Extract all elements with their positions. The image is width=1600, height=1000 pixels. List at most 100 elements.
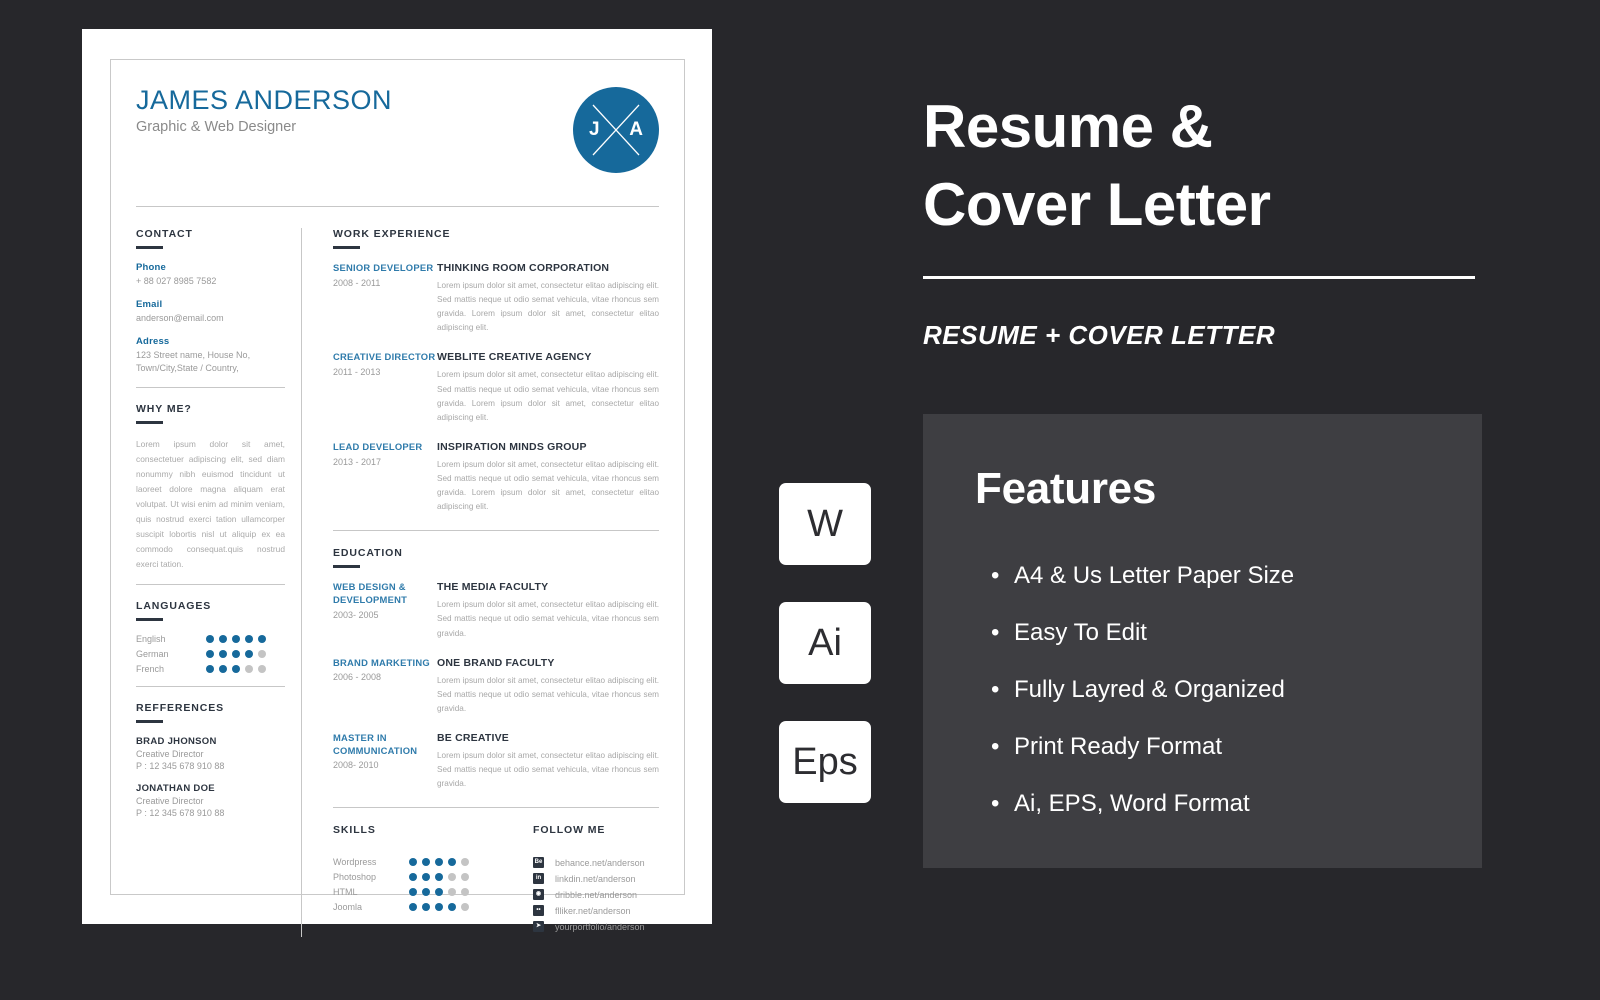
rating-dot bbox=[219, 649, 227, 658]
rating-dot bbox=[409, 888, 417, 897]
contact-label: Phone bbox=[136, 262, 167, 273]
language-name: German bbox=[136, 648, 169, 659]
languages-list: English German French bbox=[136, 634, 285, 674]
features-panel: Features • A4 & Us Letter Paper Size • Easy… bbox=[923, 414, 1482, 868]
feature-item: • A4 & Us Letter Paper Size bbox=[991, 562, 1294, 590]
rating-dot bbox=[461, 858, 469, 867]
language-row: German bbox=[136, 649, 285, 659]
languages-heading: LANGUAGES bbox=[136, 599, 212, 612]
skill-row: Wordpress bbox=[333, 857, 531, 867]
bullet-icon: • bbox=[991, 790, 1000, 817]
rating-dot bbox=[435, 858, 443, 867]
reference-role: Creative Director bbox=[136, 748, 204, 759]
feature-label: A4 & Us Letter Paper Size bbox=[1014, 562, 1295, 589]
skill-name: HTML bbox=[333, 887, 358, 898]
flickr-icon: •• bbox=[533, 905, 544, 917]
follow-me-url: yourportfolio/anderson bbox=[555, 921, 645, 932]
rating-dots bbox=[409, 903, 469, 912]
language-name: English bbox=[136, 633, 166, 644]
resume-entry: MASTER IN COMMUNICATION 2008- 2010 BE CREA… bbox=[333, 732, 659, 791]
promo-title-line2: Cover Letter bbox=[923, 171, 1271, 238]
illustrator-format-badge: Ai bbox=[779, 602, 871, 684]
follow-me-row[interactable]: ◉ dribble.net/anderson bbox=[533, 889, 659, 901]
resume-page-inner: JAMES ANDERSON Graphic & Web Designer J … bbox=[110, 59, 685, 938]
skill-row: HTML bbox=[333, 887, 531, 897]
education-list: WEB DESIGN & DEVELOPMENT 2003- 2005 THE ME… bbox=[333, 581, 659, 791]
rating-dots bbox=[409, 858, 469, 867]
rating-dot bbox=[435, 873, 443, 882]
reference-item: BRAD JHONSON Creative Director P : 12 34… bbox=[136, 736, 285, 771]
follow-me-row[interactable]: •• flliker.net/anderson bbox=[533, 905, 659, 917]
format-badges: W Ai Eps bbox=[779, 483, 871, 803]
language-row: English bbox=[136, 634, 285, 644]
entry-description: Lorem ipsum dolor sit amet, consectetur … bbox=[437, 281, 659, 333]
sidebar-divider bbox=[136, 387, 285, 389]
features-list: • A4 & Us Letter Paper Size • Easy To Edit •… bbox=[991, 562, 1294, 847]
promo-subtitle: RESUME + COVER LETTER bbox=[923, 320, 1276, 350]
resume-main: WORK EXPERIENCE SENIOR DEVELOPER 2008 - 2… bbox=[302, 228, 659, 937]
sidebar-divider bbox=[136, 685, 285, 687]
header-divider bbox=[136, 206, 659, 207]
feature-item: • Print Ready Format bbox=[991, 733, 1294, 761]
entry-meta: CREATIVE DIRECTOR 2011 - 2013 bbox=[333, 351, 437, 424]
entry-description: Lorem ipsum dolor sit amet, consectetur … bbox=[437, 675, 659, 713]
promo-divider bbox=[923, 276, 1475, 279]
main-divider bbox=[333, 530, 659, 532]
feature-item: • Ai, EPS, Word Format bbox=[991, 790, 1294, 818]
reference-phone: P : 12 345 678 910 88 bbox=[136, 807, 225, 818]
resume-page-outer: JAMES ANDERSON Graphic & Web Designer J … bbox=[82, 29, 712, 938]
why-me-text: Lorem ipsum dolor sit amet, consectetuer… bbox=[136, 439, 285, 569]
promo-title: Resume & Cover Letter bbox=[923, 88, 1271, 244]
follow-me-row[interactable]: in linkdin.net/anderson bbox=[533, 873, 659, 885]
resume-entry: LEAD DEVELOPER 2013 - 2017 INSPIRATION MIN… bbox=[333, 441, 659, 514]
references-heading: REFFERENCES bbox=[136, 701, 225, 714]
feature-label: Ai, EPS, Word Format bbox=[1014, 790, 1250, 817]
rating-dot bbox=[258, 634, 266, 643]
entry-meta: LEAD DEVELOPER 2013 - 2017 bbox=[333, 441, 437, 514]
entry-date: 2003- 2005 bbox=[333, 609, 379, 620]
rating-dot bbox=[448, 903, 456, 912]
rating-dot bbox=[232, 634, 240, 643]
contact-heading: CONTACT bbox=[136, 228, 193, 240]
follow-me-row[interactable]: ➤ yourportfolio/anderson bbox=[533, 921, 659, 933]
skill-row: Joomla bbox=[333, 902, 531, 912]
rating-dots bbox=[206, 664, 266, 673]
entry-body: ONE BRAND FACULTY Lorem ipsum dolor sit a… bbox=[437, 657, 659, 716]
resume-entry: SENIOR DEVELOPER 2008 - 2011 THINKING ROOM… bbox=[333, 262, 659, 335]
contact-item: Adress 123 Street name, House No, Town/C… bbox=[136, 336, 285, 375]
contact-value: 123 Street name, House No, Town/City,Sta… bbox=[136, 350, 251, 374]
rating-dots bbox=[206, 649, 266, 658]
rating-dot bbox=[409, 858, 417, 867]
rating-dot bbox=[422, 888, 430, 897]
linkedin-icon: in bbox=[533, 873, 544, 885]
reference-name: JONATHAN DOE bbox=[136, 782, 215, 794]
follow-me-url: dribble.net/anderson bbox=[555, 889, 638, 900]
entry-organization: INSPIRATION MINDS GROUP bbox=[437, 440, 587, 453]
follow-me-url: flliker.net/anderson bbox=[555, 905, 631, 916]
contact-value: + 88 027 8985 7582 bbox=[136, 276, 217, 286]
skill-name: Photoshop bbox=[333, 872, 377, 883]
entry-date: 2008 - 2011 bbox=[333, 277, 381, 288]
follow-me-row[interactable]: Be behance.net/anderson bbox=[533, 857, 659, 869]
entry-date: 2013 - 2017 bbox=[333, 456, 382, 467]
send-icon: ➤ bbox=[533, 921, 544, 933]
resume-header: JAMES ANDERSON Graphic & Web Designer J … bbox=[136, 86, 659, 173]
rating-dot bbox=[448, 888, 456, 897]
follow-me-section: FOLLOW ME Be behance.net/anderson in linkdi… bbox=[531, 824, 659, 937]
follow-me-url: behance.net/anderson bbox=[555, 857, 645, 868]
entry-organization: THE MEDIA FACULTY bbox=[437, 581, 549, 594]
entry-date: 2006 - 2008 bbox=[333, 672, 382, 683]
feature-label: Easy To Edit bbox=[1014, 619, 1147, 646]
resume-name: JAMES ANDERSON bbox=[136, 85, 393, 115]
skills-heading: SKILLS bbox=[333, 824, 376, 837]
section-underline bbox=[136, 421, 163, 425]
feature-item: • Easy To Edit bbox=[991, 619, 1294, 647]
feature-item: • Fully Layred & Organized bbox=[991, 676, 1294, 704]
rating-dot bbox=[245, 649, 253, 658]
rating-dot bbox=[206, 664, 214, 673]
behance-icon: Be bbox=[533, 857, 544, 869]
entry-organization: ONE BRAND FACULTY bbox=[437, 656, 555, 669]
entry-body: THE MEDIA FACULTY Lorem ipsum dolor sit a… bbox=[437, 581, 659, 640]
entry-title: LEAD DEVELOPER bbox=[333, 440, 423, 452]
reference-item: JONATHAN DOE Creative Director P : 12 34… bbox=[136, 783, 285, 818]
